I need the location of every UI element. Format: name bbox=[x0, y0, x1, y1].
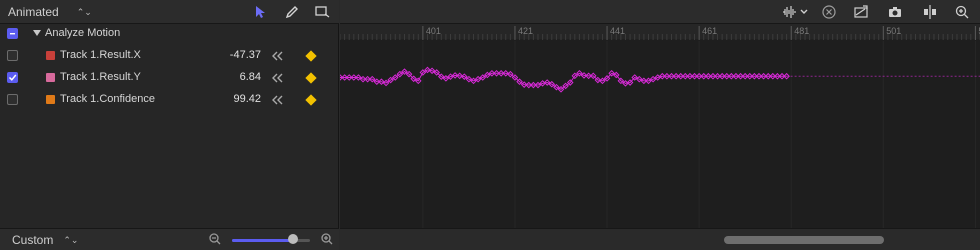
preset-dropdown[interactable]: Custom ⌃⌄ bbox=[12, 233, 78, 247]
track-value[interactable]: 6.84 bbox=[240, 71, 261, 83]
pen-icon[interactable] bbox=[283, 3, 301, 21]
horizontal-scrollbar[interactable] bbox=[724, 236, 884, 244]
fit-curve-icon[interactable] bbox=[853, 4, 869, 20]
track-checkbox[interactable] bbox=[7, 50, 18, 61]
zoom-slider-knob[interactable] bbox=[287, 234, 298, 244]
ruler-frame-label: 441 bbox=[610, 26, 626, 36]
chevron-down-icon[interactable] bbox=[799, 4, 809, 20]
zoom-slider-fill bbox=[232, 239, 293, 242]
track-color-swatch bbox=[46, 95, 55, 104]
group-checkbox[interactable] bbox=[7, 28, 18, 39]
keyframe-navigate-icon[interactable] bbox=[272, 50, 284, 62]
parameter-list-header: Animated ⌃⌄ bbox=[0, 0, 339, 24]
add-keyframe-diamond-icon[interactable] bbox=[305, 94, 317, 106]
clear-x-icon[interactable] bbox=[821, 4, 837, 20]
audio-waveform-icon[interactable] bbox=[782, 4, 798, 20]
track-row[interactable]: Track 1.Result.X -47.37 bbox=[0, 45, 339, 67]
parameter-list-footer: Custom ⌃⌄ bbox=[0, 228, 339, 250]
snap-icon[interactable] bbox=[922, 4, 938, 20]
keyframe-editor-toolbar bbox=[340, 0, 980, 24]
track-color-swatch bbox=[46, 51, 55, 60]
zoom-icon[interactable] bbox=[954, 4, 970, 20]
track-value[interactable]: 99.42 bbox=[233, 93, 261, 105]
ruler-frame-label: 401 bbox=[425, 26, 441, 36]
display-filter-label: Animated bbox=[8, 5, 59, 19]
ruler-frame-label: 481 bbox=[794, 26, 810, 36]
track-color-swatch bbox=[46, 73, 55, 82]
keyframe-graph[interactable] bbox=[340, 41, 980, 228]
keyframe-navigate-icon[interactable] bbox=[272, 72, 284, 84]
track-row[interactable]: Track 1.Result.Y 6.84 bbox=[0, 67, 339, 89]
zoom-out-icon[interactable] bbox=[208, 232, 222, 246]
add-keyframe-diamond-icon[interactable] bbox=[305, 72, 317, 84]
track-checkbox[interactable] bbox=[7, 72, 18, 83]
keyframe-editor-panel: 40142144146148150152 bbox=[340, 0, 980, 250]
add-keyframe-diamond-icon[interactable] bbox=[305, 50, 317, 62]
parameter-list-panel: Animated ⌃⌄ Analyze Motion Track 1.Resul… bbox=[0, 0, 339, 250]
keyframe-navigate-icon[interactable] bbox=[272, 94, 284, 106]
chevron-updown-icon: ⌃⌄ bbox=[63, 234, 79, 245]
box-select-icon[interactable] bbox=[313, 3, 331, 21]
preset-label: Custom bbox=[12, 233, 54, 247]
track-label: Track 1.Result.Y bbox=[60, 71, 141, 83]
group-label: Analyze Motion bbox=[45, 27, 121, 39]
keyframe-editor-footer bbox=[340, 228, 980, 250]
ruler-frame-label: 501 bbox=[886, 26, 902, 36]
timeline-ruler[interactable]: 40142144146148150152 bbox=[340, 24, 980, 40]
ruler-frame-label: 421 bbox=[517, 26, 533, 36]
zoom-in-icon[interactable] bbox=[320, 232, 334, 246]
checkmark-icon bbox=[8, 74, 17, 81]
mixed-state-icon bbox=[10, 33, 15, 35]
display-filter-dropdown[interactable]: Animated ⌃⌄ bbox=[8, 3, 92, 21]
snapshot-camera-icon[interactable] bbox=[887, 4, 903, 20]
track-value[interactable]: -47.37 bbox=[230, 49, 261, 61]
select-arrow-icon[interactable] bbox=[251, 3, 269, 21]
track-checkbox[interactable] bbox=[7, 94, 18, 105]
disclosure-triangle-icon[interactable] bbox=[33, 30, 41, 36]
ruler-frame-label: 461 bbox=[702, 26, 718, 36]
group-row-analyze-motion[interactable]: Analyze Motion bbox=[0, 23, 339, 45]
chevron-updown-icon: ⌃⌄ bbox=[76, 6, 92, 17]
track-row[interactable]: Track 1.Confidence 99.42 bbox=[0, 89, 339, 111]
zoom-slider[interactable] bbox=[232, 239, 310, 242]
track-label: Track 1.Confidence bbox=[60, 93, 155, 105]
track-label: Track 1.Result.X bbox=[60, 49, 141, 61]
